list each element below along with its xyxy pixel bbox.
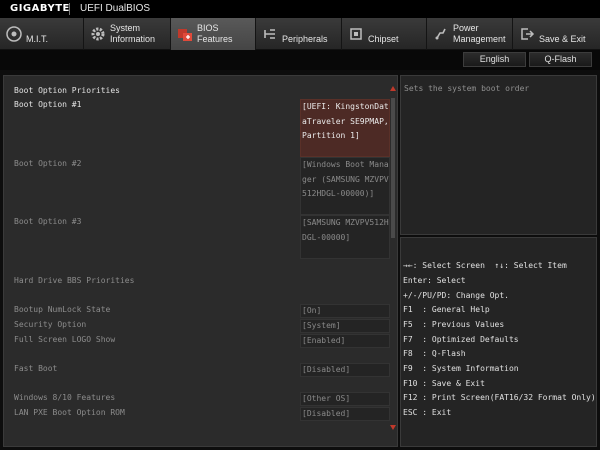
power-icon: [435, 28, 446, 40]
tab-system-line2: Information: [110, 34, 156, 44]
lan-pxe-label[interactable]: LAN PXE Boot Option ROM: [14, 406, 125, 420]
key-f5: F5 : Previous Values: [403, 320, 505, 329]
mit-disc-icon: [6, 26, 22, 42]
tab-power-line2: Management: [453, 34, 506, 44]
key-f10: F10 : Save & Exit: [403, 379, 485, 388]
boot-option-1-label[interactable]: Boot Option #1: [14, 98, 81, 112]
tab-chipset[interactable]: Chipset: [342, 18, 427, 50]
title-bar: GIGABYTE UEFI DualBIOS: [0, 0, 600, 18]
exit-door-icon: [521, 28, 535, 40]
key-change-opt: +/-/PU/PD: Change Opt.: [403, 291, 509, 300]
tab-system-information[interactable]: System Information: [84, 18, 171, 50]
tab-bios-line2: Features: [197, 34, 233, 44]
tab-bios-line1: BIOS: [197, 23, 219, 33]
logo-show-label[interactable]: Full Screen LOGO Show: [14, 333, 115, 347]
language-button[interactable]: English: [463, 52, 526, 67]
hdd-bbs-priorities[interactable]: Hard Drive BBS Priorities: [14, 274, 134, 288]
scrollbar[interactable]: [389, 86, 397, 430]
help-text: Sets the system boot order: [404, 84, 530, 93]
windows-features-value[interactable]: [Other OS]: [300, 392, 390, 406]
tab-mit[interactable]: M.I.T.: [0, 18, 84, 50]
main-menu-bar: M.I.T. System Information BIOS Features Pe…: [0, 18, 600, 50]
key-f12: F12 : Print Screen(FAT16/32 Format Only): [403, 393, 596, 402]
key-f7: F7 : Optimized Defaults: [403, 335, 519, 344]
lan-pxe-value[interactable]: [Disabled]: [300, 407, 390, 421]
tab-peripherals[interactable]: Peripherals: [256, 18, 342, 50]
key-enter: Enter: Select: [403, 276, 466, 285]
numlock-value[interactable]: [On]: [300, 304, 390, 318]
tab-power-line1: Power: [453, 23, 479, 33]
numlock-label[interactable]: Bootup NumLock State: [14, 303, 110, 317]
tab-system-line1: System: [110, 23, 141, 33]
tab-save-exit[interactable]: Save & Exit: [513, 18, 600, 50]
tab-save-exit-label: Save & Exit: [539, 34, 586, 44]
key-esc: ESC : Exit: [403, 408, 452, 417]
fast-boot-value[interactable]: [Disabled]: [300, 363, 390, 377]
boot-option-1-value[interactable]: [UEFI: KingstonDataTraveler SE9PMAP, Par…: [300, 99, 390, 157]
security-option-value[interactable]: [System]: [300, 319, 390, 333]
scroll-thumb[interactable]: [391, 98, 395, 238]
key-legend-panel: →←: Select Screen ↑↓: Select Item Enter:…: [400, 237, 597, 447]
title-divider: [69, 3, 70, 15]
windows-features-label[interactable]: Windows 8/10 Features: [14, 391, 115, 405]
tab-chipset-label: Chipset: [368, 34, 399, 44]
boot-option-2-label[interactable]: Boot Option #2: [14, 157, 81, 171]
bios-features-icon: [178, 29, 192, 41]
logo-show-value[interactable]: [Enabled]: [300, 334, 390, 348]
scroll-up-arrow-icon[interactable]: [390, 86, 396, 91]
tab-mit-label: M.I.T.: [26, 34, 48, 44]
key-select-screen: →←: Select Screen ↑↓: Select Item: [403, 261, 567, 270]
settings-panel: Boot Option Priorities Boot Option #1 [U…: [3, 75, 398, 447]
toolbar: English Q-Flash: [0, 50, 600, 70]
tab-power-management[interactable]: Power Management: [427, 18, 513, 50]
brand-logo: GIGABYTE: [10, 3, 70, 14]
gear-icon: [91, 27, 105, 41]
chipset-icon: [350, 28, 362, 40]
key-f1: F1 : General Help: [403, 305, 490, 314]
key-f8: F8 : Q-Flash: [403, 349, 466, 358]
scroll-down-arrow-icon[interactable]: [390, 425, 396, 430]
app-title: UEFI DualBIOS: [80, 3, 151, 14]
peripherals-icon: [264, 29, 275, 39]
key-f9: F9 : System Information: [403, 364, 519, 373]
tab-bios-features[interactable]: BIOS Features: [171, 18, 256, 50]
help-panel: Sets the system boot order: [400, 75, 597, 235]
security-option-label[interactable]: Security Option: [14, 318, 86, 332]
boot-option-3-value[interactable]: [SAMSUNG MZVPV512HDGL-00000]: [300, 215, 390, 259]
fast-boot-label[interactable]: Fast Boot: [14, 362, 57, 376]
boot-option-3-label[interactable]: Boot Option #3: [14, 215, 81, 229]
qflash-button[interactable]: Q-Flash: [529, 52, 592, 67]
section-title: Boot Option Priorities: [14, 86, 120, 95]
tab-peripherals-label: Peripherals: [282, 34, 328, 44]
boot-option-2-value[interactable]: [Windows Boot Manager (SAMSUNG MZVPV512H…: [300, 157, 390, 215]
